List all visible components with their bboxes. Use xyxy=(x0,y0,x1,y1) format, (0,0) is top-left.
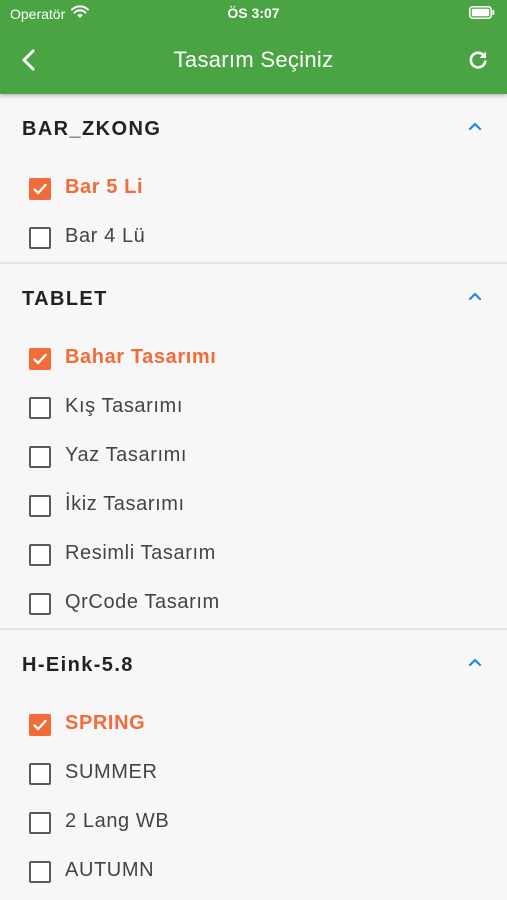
design-section: TABLET Bahar Tasarımı Kış Tasarımı Yaz Tasa… xyxy=(0,264,507,630)
section-title: BAR_ZKONG xyxy=(22,118,162,140)
section-header[interactable]: TABLET xyxy=(0,264,507,334)
navigation-row: Tasarım Seçiniz xyxy=(0,38,507,82)
checkbox-checked[interactable] xyxy=(29,178,51,200)
design-option[interactable]: QrCode Tasarım xyxy=(0,579,507,628)
design-option[interactable]: İkiz Tasarımı xyxy=(0,481,507,530)
status-time: ÖS 3:07 xyxy=(227,5,280,21)
checkbox[interactable] xyxy=(29,227,51,249)
design-option[interactable]: Bahar Tasarımı xyxy=(0,334,507,383)
checkbox-checked[interactable] xyxy=(29,714,51,736)
refresh-icon xyxy=(469,51,487,69)
chevron-up-icon[interactable] xyxy=(467,656,483,668)
section-title: TABLET xyxy=(22,288,108,310)
option-label: Bar 5 Li xyxy=(65,176,144,198)
checkmark-icon xyxy=(33,353,47,365)
status-bar: Operatör ÖS 3:07 xyxy=(0,0,507,26)
checkbox[interactable] xyxy=(29,763,51,785)
option-label: Resimli Tasarım xyxy=(65,542,216,564)
option-label: Bahar Tasarımı xyxy=(65,346,217,368)
design-section: BAR_ZKONG Bar 5 Li Bar 4 Lü xyxy=(0,94,507,264)
design-option[interactable]: Resimli Tasarım xyxy=(0,530,507,579)
option-label: 2 Lang WB xyxy=(65,810,170,832)
option-label: SPRING xyxy=(65,712,146,734)
option-label: İkiz Tasarımı xyxy=(65,493,185,515)
checkbox[interactable] xyxy=(29,397,51,419)
option-label: QrCode Tasarım xyxy=(65,591,220,613)
design-option[interactable]: Bar 4 Lü xyxy=(0,213,507,262)
checkmark-icon xyxy=(33,183,47,195)
checkbox[interactable] xyxy=(29,446,51,468)
page-title: Tasarım Seçiniz xyxy=(173,47,334,72)
option-label: AUTUMN xyxy=(65,859,155,881)
checkbox[interactable] xyxy=(29,544,51,566)
refresh-button[interactable] xyxy=(463,46,493,74)
design-option[interactable]: SUMMER xyxy=(0,749,507,798)
section-title: H-Eink-5.8 xyxy=(22,654,134,676)
checkbox-checked[interactable] xyxy=(29,348,51,370)
option-label: Kış Tasarımı xyxy=(65,395,183,417)
design-option[interactable]: Yaz Tasarımı xyxy=(0,432,507,481)
design-option[interactable]: SPRING xyxy=(0,700,507,749)
design-option[interactable]: Bar 5 Li xyxy=(0,164,507,213)
design-option[interactable]: Kış Tasarımı xyxy=(0,383,507,432)
checkbox[interactable] xyxy=(29,495,51,517)
option-label: Bar 4 Lü xyxy=(65,225,146,247)
design-option[interactable]: 2 Lang WB xyxy=(0,798,507,847)
checkbox[interactable] xyxy=(29,861,51,883)
checkmark-icon xyxy=(33,719,47,731)
chevron-up-icon[interactable] xyxy=(467,120,483,132)
design-list: BAR_ZKONG Bar 5 Li Bar 4 Lü TABLET Bahar Tas… xyxy=(0,94,507,900)
checkbox[interactable] xyxy=(29,593,51,615)
design-section: H-Eink-5.8 SPRING SUMMER 2 Lang WB AUTUMN xyxy=(0,630,507,896)
design-option[interactable]: AUTUMN xyxy=(0,847,507,896)
option-label: Yaz Tasarımı xyxy=(65,444,188,466)
app-bar: Operatör ÖS 3:07 Tasarım Seçiniz xyxy=(0,0,507,94)
battery-icon xyxy=(469,6,495,22)
option-label: SUMMER xyxy=(65,761,158,783)
section-header[interactable]: H-Eink-5.8 xyxy=(0,630,507,700)
section-header[interactable]: BAR_ZKONG xyxy=(0,94,507,164)
checkbox[interactable] xyxy=(29,812,51,834)
chevron-up-icon[interactable] xyxy=(467,290,483,302)
